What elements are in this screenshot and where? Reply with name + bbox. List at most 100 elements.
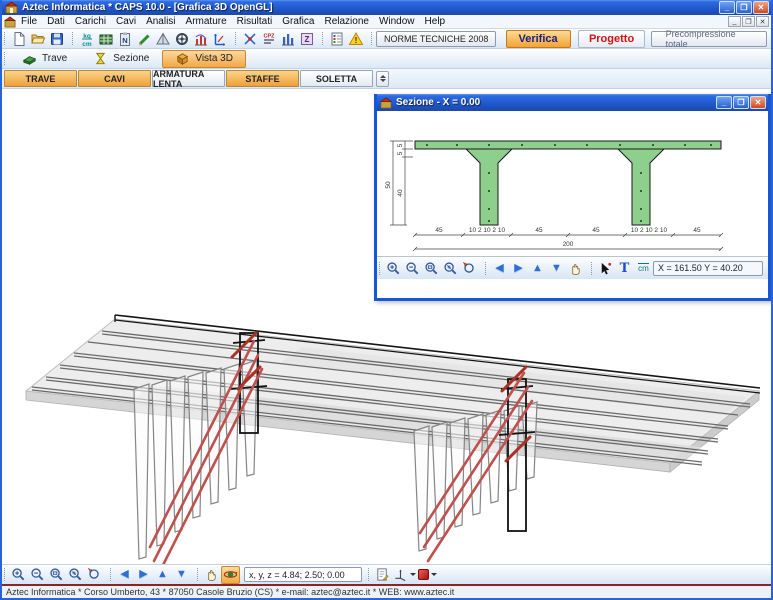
zoom-in-button[interactable] xyxy=(9,566,28,584)
progetto-button[interactable]: Progetto xyxy=(578,30,645,48)
trave-view-label: Trave xyxy=(42,53,67,64)
mdi-restore-button[interactable]: ❐ xyxy=(742,16,755,27)
units-kgcm-icon: kg cm xyxy=(79,31,95,47)
pan-up-button[interactable]: ▲ xyxy=(153,566,172,584)
tab-armatura-lenta[interactable]: ARMATURA LENTA xyxy=(152,70,225,87)
section-print-button[interactable] xyxy=(767,259,771,277)
render-mode-button[interactable] xyxy=(417,566,438,584)
section-maximize-button[interactable]: ❐ xyxy=(733,96,749,109)
sezione-view-button[interactable]: Sezione xyxy=(80,50,162,68)
pan-down-button[interactable]: ▼ xyxy=(172,566,191,584)
arrow-right-icon: ▶ xyxy=(514,263,522,274)
precompressione-button[interactable]: Precompressione totale xyxy=(651,31,767,47)
new-document-button[interactable] xyxy=(9,30,28,48)
tab-trave[interactable]: TRAVE xyxy=(4,70,77,87)
menu-window[interactable]: Window xyxy=(374,16,420,27)
coordinates-field[interactable] xyxy=(244,567,362,582)
report-button[interactable] xyxy=(327,30,346,48)
vista3d-view-button[interactable]: Vista 3D xyxy=(162,50,246,68)
menu-carichi[interactable]: Carichi xyxy=(70,16,111,27)
orbit-rotate-button[interactable] xyxy=(221,566,240,584)
menu-grafica[interactable]: Grafica xyxy=(277,16,319,27)
materials-button[interactable] xyxy=(96,30,115,48)
section-zoom-window-button[interactable] xyxy=(422,259,441,277)
axes-xyz-icon xyxy=(393,567,408,582)
mdi-close-button[interactable]: ✕ xyxy=(756,16,769,27)
tab-soletta[interactable]: SOLETTA xyxy=(300,70,373,87)
mdi-minimize-button[interactable]: _ xyxy=(728,16,741,27)
menu-relazione[interactable]: Relazione xyxy=(319,16,373,27)
tab-overflow-button[interactable] xyxy=(376,71,389,87)
zoom-window-button[interactable] xyxy=(47,566,66,584)
norme-tecniche-button[interactable]: NORME TECNICHE 2008 xyxy=(376,31,496,47)
pan-hand-button[interactable] xyxy=(202,566,221,584)
section-pan-left-button[interactable]: ◀ xyxy=(490,259,509,277)
section-window[interactable]: Sezione - X = 0.00 _ ❐ ✕ xyxy=(374,94,771,301)
zoom-in-icon xyxy=(386,261,401,276)
save-button[interactable] xyxy=(47,30,66,48)
section-coordinates-field[interactable] xyxy=(653,261,763,276)
geometry-button[interactable] xyxy=(153,30,172,48)
pan-right-button[interactable]: ▶ xyxy=(134,566,153,584)
section-mod-button[interactable]: Z xyxy=(297,30,316,48)
close-button[interactable]: ✕ xyxy=(753,1,769,14)
dim-bottom-6: 45 xyxy=(693,227,701,234)
section-pan-hand-button[interactable] xyxy=(566,259,585,277)
report-edit-button[interactable] xyxy=(373,566,392,584)
graphics-3d-canvas[interactable]: Sezione - X = 0.00 _ ❐ ✕ xyxy=(2,89,771,564)
histogram-button[interactable] xyxy=(278,30,297,48)
cpz-button[interactable]: CPZ xyxy=(259,30,278,48)
red-cube-icon xyxy=(418,569,429,580)
menu-dati[interactable]: Dati xyxy=(42,16,70,27)
svg-text:N: N xyxy=(122,36,127,45)
menu-cavi[interactable]: Cavi xyxy=(111,16,141,27)
section-zoom-extents-button[interactable] xyxy=(441,259,460,277)
axes-display-button[interactable] xyxy=(392,566,417,584)
zoom-previous-button[interactable] xyxy=(85,566,104,584)
section-zoom-in-button[interactable] xyxy=(384,259,403,277)
units-button[interactable]: kg cm xyxy=(77,30,96,48)
warning-icon: ! xyxy=(348,31,364,47)
section-zoom-previous-button[interactable] xyxy=(460,259,479,277)
trave-view-button[interactable]: Trave xyxy=(9,50,80,68)
sezione-view-label: Sezione xyxy=(113,53,149,64)
axes-button[interactable] xyxy=(210,30,229,48)
combinations-button[interactable] xyxy=(240,30,259,48)
warnings-button[interactable]: ! xyxy=(346,30,365,48)
loads-button[interactable] xyxy=(172,30,191,48)
maximize-button[interactable]: ❐ xyxy=(736,1,752,14)
section-unit-button[interactable]: cm xyxy=(634,259,653,277)
open-file-button[interactable] xyxy=(28,30,47,48)
section-drawing-area[interactable]: 50 5 5 40 xyxy=(377,111,768,257)
section-window-title: Sezione - X = 0.00 xyxy=(396,97,715,108)
section-zoom-out-button[interactable] xyxy=(403,259,422,277)
menu-armature[interactable]: Armature xyxy=(181,16,232,27)
tab-staffe[interactable]: STAFFE xyxy=(226,70,299,87)
axes-icon xyxy=(212,31,228,47)
section-minimize-button[interactable]: _ xyxy=(716,96,732,109)
tab-cavi[interactable]: CAVI xyxy=(78,70,151,87)
menu-risultati[interactable]: Risultati xyxy=(232,16,278,27)
section-select-button[interactable] xyxy=(596,259,615,277)
verifica-button[interactable]: Verifica xyxy=(506,30,571,48)
section-pan-down-button[interactable]: ▼ xyxy=(547,259,566,277)
section-pan-up-button[interactable]: ▲ xyxy=(528,259,547,277)
menu-help[interactable]: Help xyxy=(420,16,451,27)
minimize-button[interactable]: _ xyxy=(719,1,735,14)
properties-button[interactable]: N xyxy=(115,30,134,48)
zoom-out-button[interactable] xyxy=(28,566,47,584)
pan-left-button[interactable]: ◀ xyxy=(115,566,134,584)
wheel-icon xyxy=(174,31,190,47)
section-close-button[interactable]: ✕ xyxy=(750,96,766,109)
zoom-extents-button[interactable] xyxy=(66,566,85,584)
diagram-button[interactable] xyxy=(191,30,210,48)
menu-analisi[interactable]: Analisi xyxy=(141,16,180,27)
section-text-button[interactable]: T xyxy=(615,259,634,277)
edit-button[interactable] xyxy=(134,30,153,48)
menu-file[interactable]: File xyxy=(16,16,42,27)
text-tool-icon: T xyxy=(620,261,630,276)
section-window-titlebar[interactable]: Sezione - X = 0.00 _ ❐ ✕ xyxy=(377,94,768,111)
section-pan-right-button[interactable]: ▶ xyxy=(509,259,528,277)
svg-text:cm: cm xyxy=(82,41,92,47)
data-toolbar-group: kg cm N xyxy=(70,29,233,48)
